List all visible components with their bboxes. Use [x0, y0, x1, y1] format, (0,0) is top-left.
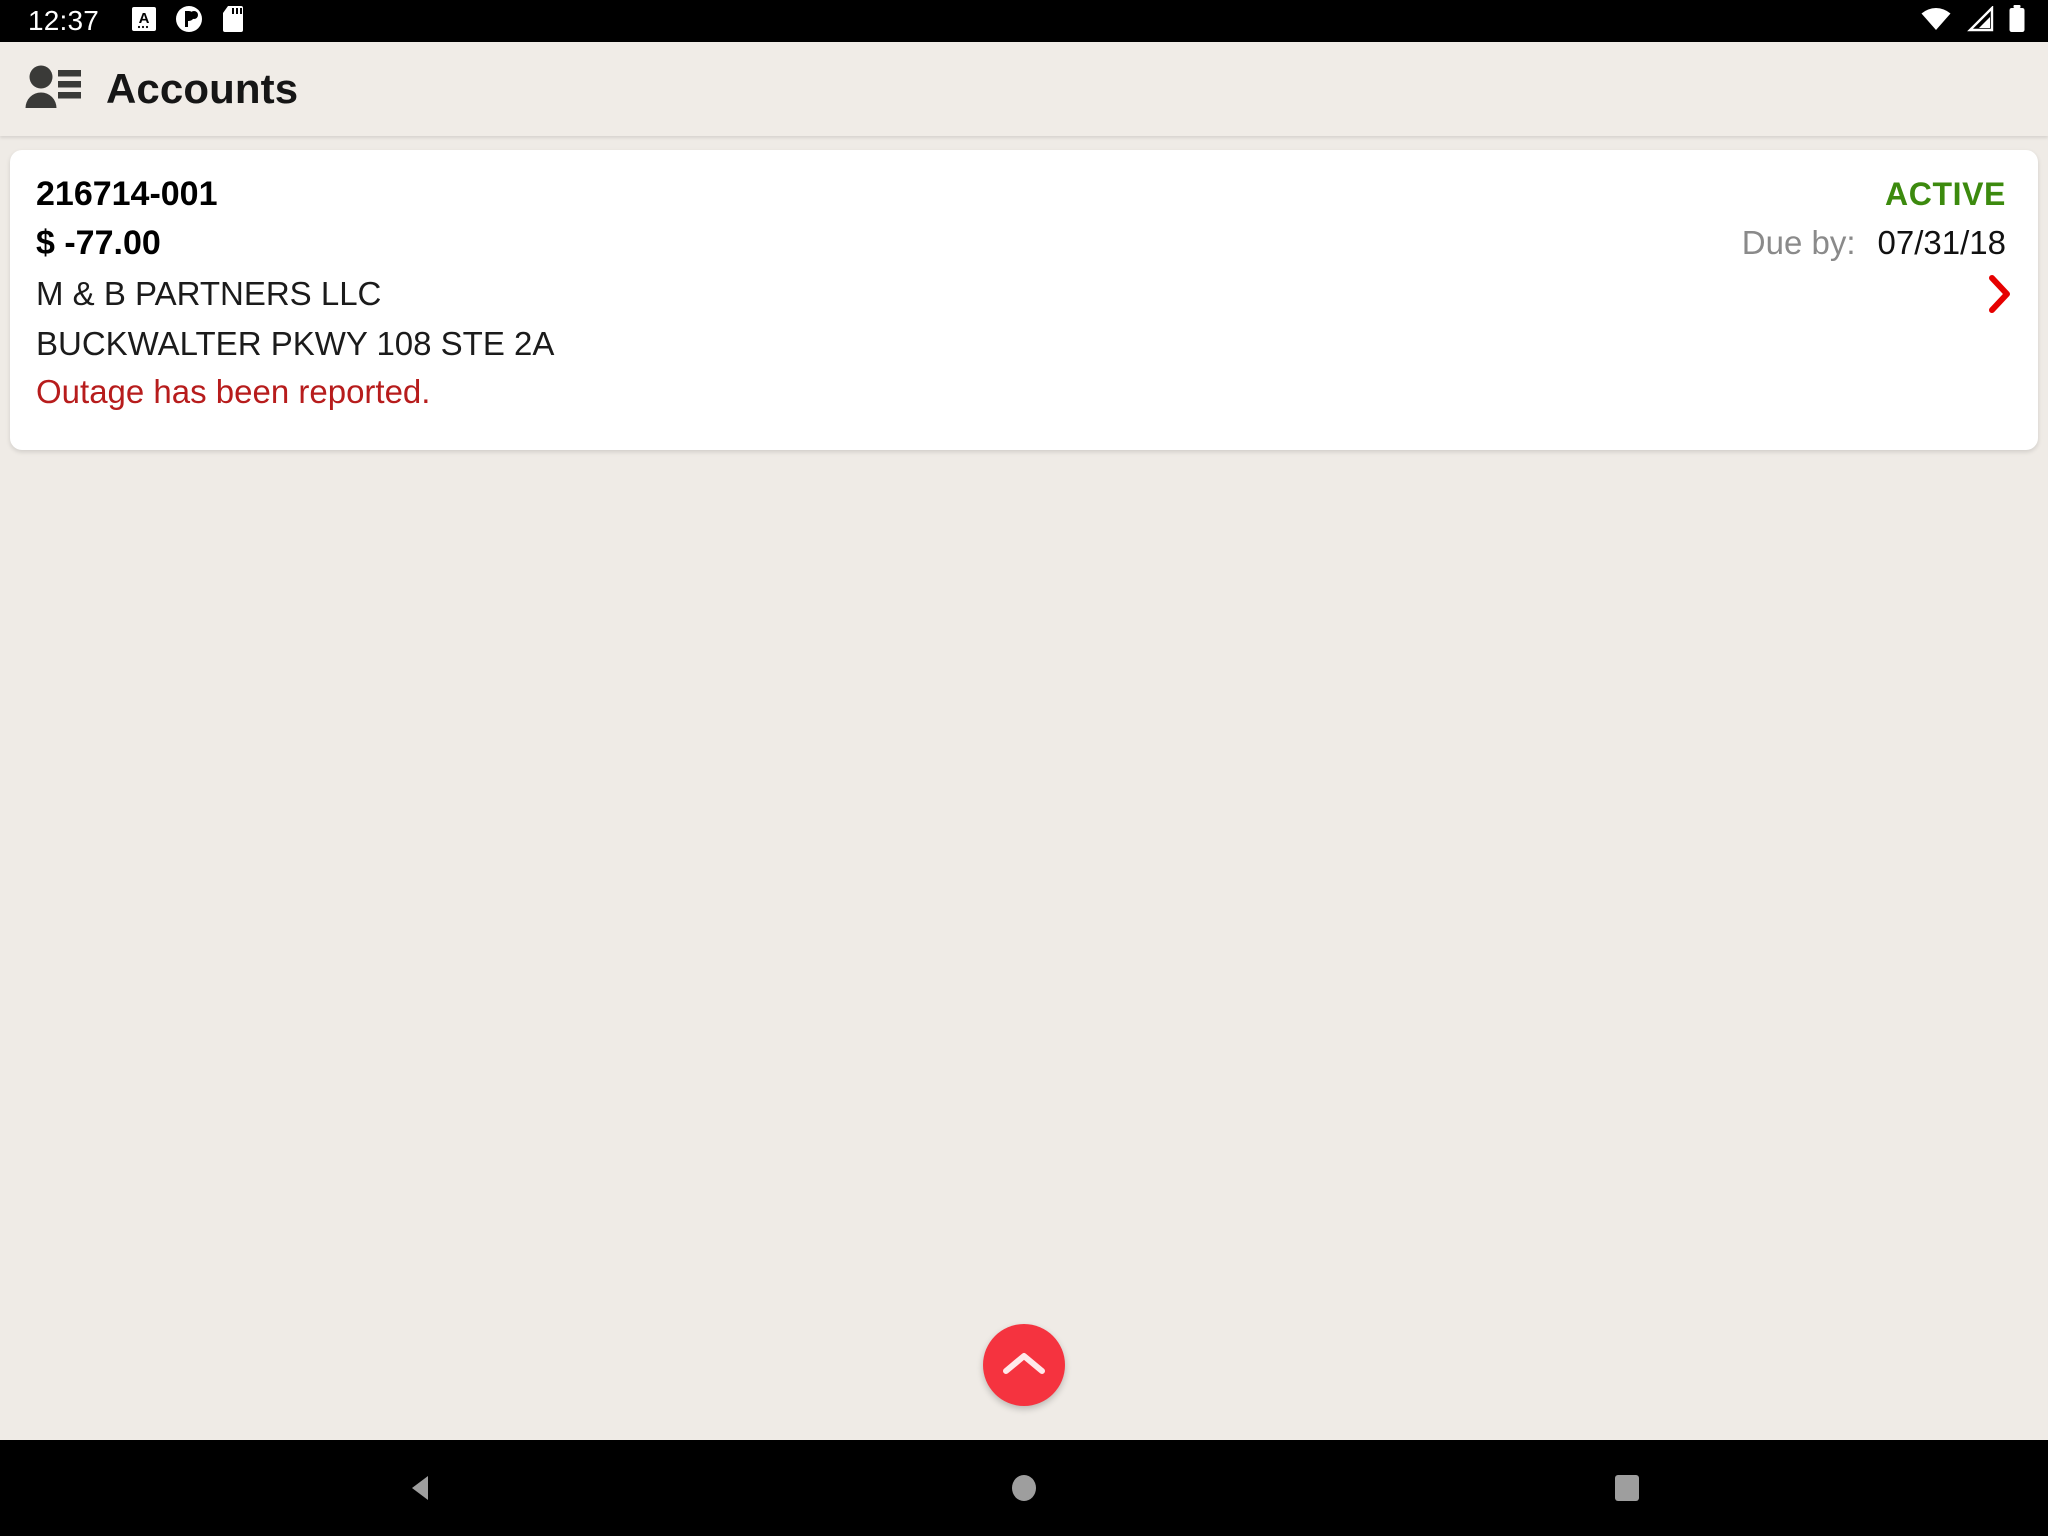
cellular-signal-icon — [1966, 4, 1994, 37]
recents-button[interactable] — [1567, 1440, 1687, 1536]
account-card[interactable]: 216714-001 ACTIVE $ -77.00 Due by: 07/31… — [10, 150, 2038, 450]
page-title: Accounts — [106, 65, 299, 112]
service-address: BUCKWALTER PKWY 108 STE 2A — [36, 324, 555, 362]
svg-text:A: A — [139, 10, 150, 27]
app-notification-icon — [175, 5, 203, 38]
chevron-up-icon — [1001, 1349, 1047, 1382]
account-number: 216714-001 — [36, 175, 218, 213]
account-balance: $ -77.00 — [36, 223, 161, 262]
customer-name: M & B PARTNERS LLC — [36, 274, 382, 312]
keyboard-language-icon: A — [131, 6, 157, 37]
outage-note: Outage has been reported. — [36, 373, 431, 411]
account-card-header-row: 216714-001 ACTIVE — [36, 172, 2012, 217]
account-card-amount-row: $ -77.00 Due by: 07/31/18 — [36, 221, 2012, 266]
due-date-group: Due by: 07/31/18 — [1742, 221, 2012, 265]
app-bar: Accounts — [0, 42, 2048, 136]
sd-card-icon — [221, 5, 245, 38]
chevron-right-icon[interactable] — [1978, 272, 2022, 316]
battery-icon — [2008, 4, 2026, 38]
android-navigation-bar — [0, 1440, 2048, 1536]
status-bar-right-icons — [1920, 4, 2026, 38]
status-badge: ACTIVE — [1885, 176, 2006, 212]
back-button[interactable] — [361, 1440, 481, 1536]
accounts-list: 216714-001 ACTIVE $ -77.00 Due by: 07/31… — [0, 136, 2048, 1440]
account-box-icon — [22, 58, 84, 120]
device-screen: 12:37 A Accounts 216714-001 ACTIVE $ -77… — [0, 0, 2048, 1536]
home-button[interactable] — [964, 1440, 1084, 1536]
wifi-icon — [1920, 6, 1952, 37]
due-by-label: Due by: — [1741, 223, 1856, 261]
status-bar-left-icons: A — [131, 5, 245, 38]
status-bar-clock: 12:37 — [28, 5, 100, 36]
status-bar: 12:37 A — [0, 0, 2048, 42]
scroll-to-top-fab[interactable] — [983, 1324, 1065, 1406]
due-by-date: 07/31/18 — [1877, 223, 2006, 261]
